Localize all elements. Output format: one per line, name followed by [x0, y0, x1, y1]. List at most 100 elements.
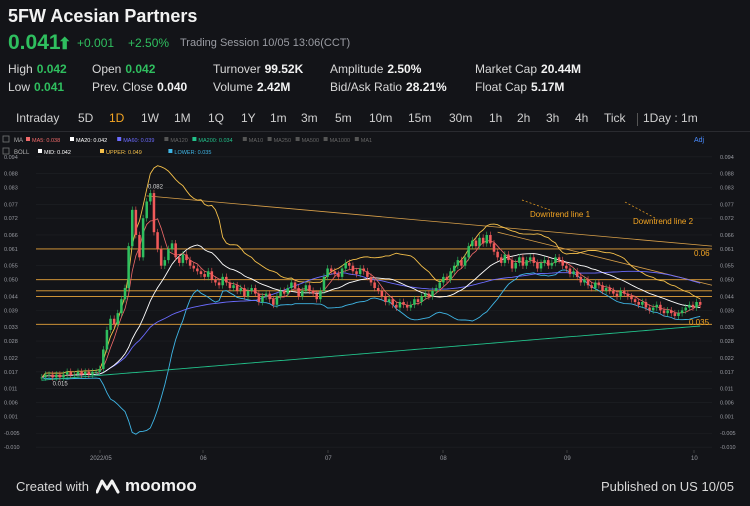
candle-body — [387, 299, 391, 302]
candle-body — [478, 237, 481, 247]
legend-ma-3: MA120 — [170, 138, 187, 144]
ma-label: MA — [14, 138, 23, 144]
candle-body — [156, 232, 159, 249]
candle-body — [416, 299, 420, 302]
legend-ma-5: MA10 — [249, 138, 263, 144]
candle-body — [362, 268, 366, 272]
tab-3m[interactable]: 3m — [301, 111, 318, 125]
candle-body — [405, 304, 409, 308]
candle-body — [98, 369, 101, 372]
x-tick-label-2: 07 — [325, 456, 332, 462]
quote-header: 5FW Acesian Partners 0.041 ⬆ +0.001 +2.5… — [0, 0, 750, 104]
tab-5d[interactable]: 5D — [78, 111, 93, 125]
candle-body — [315, 293, 319, 300]
candle-body — [594, 282, 597, 289]
candle-body — [94, 371, 98, 373]
candle-body — [188, 260, 192, 266]
candle-body — [499, 257, 503, 263]
y-tick-right-19: -0.010 — [720, 445, 736, 451]
tab-30m[interactable]: 30m — [449, 111, 472, 125]
candle-body — [102, 349, 105, 370]
candle-body — [264, 293, 268, 297]
candle-body — [612, 290, 615, 294]
candle-body — [141, 218, 145, 258]
candle-body — [80, 371, 83, 375]
stat-volume: Volume 2.42M — [213, 80, 291, 94]
candle-body — [344, 262, 347, 269]
candle-body — [232, 285, 235, 289]
candle-body — [105, 329, 109, 350]
tab-5m[interactable]: 5m — [335, 111, 352, 125]
tab-1y[interactable]: 1Y — [241, 111, 256, 125]
tab-1d[interactable]: 1D — [109, 111, 124, 125]
candle-body — [243, 288, 246, 297]
candle-body — [532, 257, 536, 263]
y-tick-left-1: 0.088 — [4, 172, 18, 178]
legend-ma-0: MA5: 0.038 — [32, 138, 60, 144]
tab-1h[interactable]: 1h — [489, 111, 502, 125]
y-tick-right-12: 0.028 — [720, 339, 734, 345]
candle-body — [590, 285, 593, 289]
candle-body — [311, 290, 315, 294]
tab-3h[interactable]: 3h — [546, 111, 559, 125]
candle-body — [167, 248, 170, 261]
candle-body — [47, 374, 51, 376]
y-tick-left-19: -0.010 — [4, 445, 20, 451]
y-tick-right-4: 0.072 — [720, 216, 734, 222]
candle-body — [319, 290, 322, 300]
tab-1w[interactable]: 1W — [141, 111, 159, 125]
candle-body — [597, 282, 601, 286]
tab-10m[interactable]: 10m — [369, 111, 392, 125]
candle-body — [130, 209, 134, 247]
tab-15m[interactable]: 15m — [408, 111, 431, 125]
tab-2h[interactable]: 2h — [517, 111, 530, 125]
annotation-high-0-082: 0.082 — [148, 184, 164, 190]
price-change: +0.001 — [77, 36, 115, 50]
candle-body — [228, 282, 232, 289]
candlestick-chart-svg[interactable]: MA MA5: 0.038 MA20: 0.042 MA60: 0.039 MA120 M… — [0, 132, 750, 462]
candle-body — [518, 257, 521, 263]
y-tick-left-13: 0.022 — [4, 356, 18, 362]
y-tick-left-3: 0.077 — [4, 202, 18, 208]
candle-body — [69, 371, 73, 375]
stat-low: Low 0.041 — [8, 80, 65, 94]
y-tick-right-11: 0.033 — [720, 325, 734, 331]
y-tick-left-7: 0.055 — [4, 264, 18, 270]
tab-1q[interactable]: 1Q — [208, 111, 224, 125]
y-tick-right-7: 0.055 — [720, 264, 734, 270]
candle-body — [376, 288, 380, 291]
candle-body — [583, 279, 586, 283]
candle-body — [481, 237, 485, 244]
tab-1m[interactable]: 1m — [270, 111, 287, 125]
interval-selector[interactable]: 1Day : 1m — [643, 111, 698, 125]
candle-body — [413, 299, 416, 305]
legend-swatch — [164, 137, 169, 141]
y-tick-left-17: 0.001 — [4, 414, 18, 420]
price-change-percent: +2.50% — [128, 36, 170, 50]
candle-body — [586, 279, 590, 286]
candle-body — [58, 374, 62, 378]
candle-body — [286, 288, 290, 294]
candle-body — [651, 307, 655, 311]
tab-tick[interactable]: Tick — [604, 111, 626, 125]
tab-1m[interactable]: 1M — [174, 111, 191, 125]
y-tick-left-9: 0.044 — [4, 294, 18, 300]
tab-4h[interactable]: 4h — [575, 111, 588, 125]
candle-body — [373, 282, 376, 289]
up-arrow-icon: ⬆ — [58, 36, 72, 53]
candle-body — [178, 257, 181, 263]
candle-body — [112, 318, 116, 325]
candle-body — [423, 293, 427, 297]
y-tick-right-8: 0.050 — [720, 278, 734, 284]
candle-body — [138, 234, 141, 258]
tab-intraday[interactable]: Intraday — [16, 111, 59, 125]
candle-body — [391, 299, 394, 305]
legend-ma-2: MA60: 0.039 — [123, 138, 154, 144]
candle-body — [83, 371, 87, 375]
price-chart[interactable]: MA MA5: 0.038 MA20: 0.042 MA60: 0.039 MA120 M… — [0, 132, 750, 462]
candle-body — [44, 374, 47, 378]
stat-high: High 0.042 — [8, 62, 67, 76]
candle-body — [467, 246, 470, 258]
annotation-low-0-015: 0.015 — [53, 381, 69, 387]
candle-body — [210, 271, 214, 280]
